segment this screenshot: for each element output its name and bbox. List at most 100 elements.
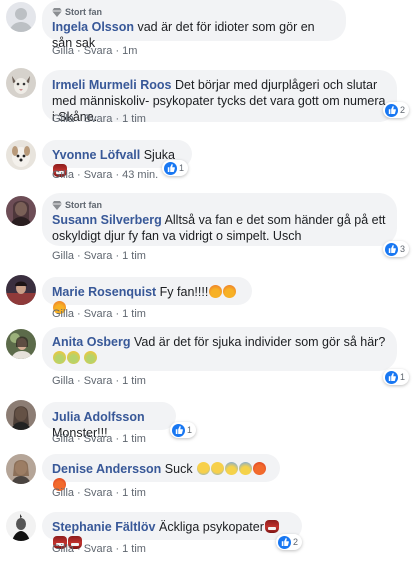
avatar[interactable] — [6, 140, 36, 170]
separator: · — [77, 543, 81, 555]
reaction-summary[interactable]: 1 — [170, 422, 197, 438]
separator: · — [115, 250, 120, 262]
separator: · — [115, 487, 120, 499]
reaction-summary[interactable]: 2 — [276, 534, 303, 550]
separator: · — [77, 487, 81, 499]
comment-actions: Gilla · Svara · 1m — [52, 45, 137, 57]
comment-time[interactable]: 1 tim — [122, 308, 146, 320]
comment-text: Äckliga psykopater — [158, 520, 264, 534]
avatar[interactable] — [6, 329, 36, 359]
diamond-icon — [52, 201, 62, 210]
avatar[interactable] — [6, 196, 36, 226]
reply-link[interactable]: Svara — [84, 375, 113, 387]
like-icon — [164, 161, 177, 175]
comment-author[interactable]: Yvonne Löfvall — [52, 148, 140, 162]
separator: · — [115, 375, 120, 387]
like-link[interactable]: Gilla — [52, 113, 74, 125]
like-link[interactable]: Gilla — [52, 433, 74, 445]
screaming-emoji-icon — [225, 462, 239, 475]
comment-actions: Gilla · Svara · 1 tim — [52, 375, 146, 387]
comment-text: Suck — [164, 462, 193, 476]
crying-emoji-icon — [197, 462, 211, 475]
reaction-count: 1 — [187, 425, 193, 435]
reaction-summary[interactable]: 1 — [162, 160, 189, 176]
reaction-count: 1 — [400, 372, 406, 382]
like-link[interactable]: Gilla — [52, 45, 74, 57]
comment-author[interactable]: Julia Adolfsson — [52, 410, 145, 424]
comment-actions: Gilla · Svara · 1 tim — [52, 250, 146, 262]
reply-link[interactable]: Svara — [84, 487, 113, 499]
comment-actions: Gilla · Svara · 1 tim — [52, 113, 146, 125]
reply-link[interactable]: Svara — [84, 250, 113, 262]
comment-actions: Gilla · Svara · 1 tim — [52, 433, 146, 445]
reply-link[interactable]: Svara — [84, 169, 113, 181]
comment-bubble: Stort fan Susann Silverberg Alltså va fa… — [42, 193, 397, 246]
like-icon — [278, 535, 291, 549]
comment-actions: Gilla · Svara · 1 tim — [52, 543, 146, 555]
screaming-emoji-icon — [239, 462, 253, 475]
comment-text: Vad är det för sjuka individer som gör s… — [133, 335, 386, 349]
separator: · — [77, 45, 81, 57]
reply-link[interactable]: Svara — [84, 543, 113, 555]
avatar[interactable] — [6, 400, 36, 430]
separator: · — [77, 250, 81, 262]
nauseated-emoji-icon — [53, 351, 66, 364]
comment-bubble: Julia Adolfsson Monster!!! — [42, 402, 176, 440]
like-link[interactable]: Gilla — [52, 250, 74, 262]
avatar[interactable] — [6, 511, 36, 541]
comment-actions: Gilla · Svara · 1 tim — [52, 487, 146, 499]
reaction-summary[interactable]: 2 — [383, 102, 410, 118]
avatar[interactable] — [6, 454, 36, 484]
comment-author[interactable]: Stephanie Fältlöv — [52, 520, 156, 534]
comment-bubble: Anita Osberg Vad är det för sjuka indivi… — [42, 327, 397, 371]
like-link[interactable]: Gilla — [52, 543, 74, 555]
angry-emoji-icon — [223, 285, 237, 298]
comment-author[interactable]: Marie Rosenquist — [52, 285, 156, 299]
comment-author[interactable]: Anita Osberg — [52, 335, 131, 349]
reply-link[interactable]: Svara — [84, 308, 113, 320]
like-link[interactable]: Gilla — [52, 487, 74, 499]
diamond-icon — [52, 8, 62, 17]
like-icon — [385, 242, 398, 256]
comment-time[interactable]: 1 tim — [122, 543, 146, 555]
reaction-summary[interactable]: 1 — [383, 369, 410, 385]
comment-time[interactable]: 1 tim — [122, 113, 146, 125]
comment-actions: Gilla · Svara · 1 tim — [52, 308, 146, 320]
avatar[interactable] — [6, 68, 36, 98]
reply-link[interactable]: Svara — [84, 45, 113, 57]
comment-author[interactable]: Ingela Olsson — [52, 20, 134, 34]
comment-author[interactable]: Denise Andersson — [52, 462, 161, 476]
reply-link[interactable]: Svara — [84, 433, 113, 445]
avatar[interactable] — [6, 2, 36, 32]
separator: · — [115, 45, 120, 57]
separator: · — [77, 308, 81, 320]
separator: · — [115, 308, 120, 320]
ogre-emoji-icon — [264, 520, 279, 533]
comment-author[interactable]: Irmeli Murmeli Roos — [52, 78, 171, 92]
comment-author[interactable]: Susann Silverberg — [52, 213, 162, 227]
separator: · — [77, 113, 81, 125]
separator: · — [115, 169, 120, 181]
comment-time[interactable]: 1 tim — [122, 250, 146, 262]
comment-actions: Gilla · Svara · 43 min. — [52, 169, 158, 181]
avatar[interactable] — [6, 275, 36, 305]
top-fan-badge: Stort fan — [52, 7, 336, 18]
like-link[interactable]: Gilla — [52, 308, 74, 320]
reaction-count: 2 — [293, 537, 299, 547]
separator: · — [77, 433, 81, 445]
comment-time[interactable]: 1 tim — [122, 487, 146, 499]
like-link[interactable]: Gilla — [52, 169, 74, 181]
comment-time[interactable]: 1 tim — [122, 433, 146, 445]
comment-time[interactable]: 1 tim — [122, 375, 146, 387]
top-fan-badge: Stort fan — [52, 200, 387, 211]
comment-time[interactable]: 1m — [122, 45, 137, 57]
comment-text: Fy fan!!!! — [159, 285, 209, 299]
comment-time[interactable]: 43 min. — [122, 169, 158, 181]
badge-label: Stort fan — [65, 7, 102, 17]
angry-emoji-icon — [209, 285, 223, 298]
like-link[interactable]: Gilla — [52, 375, 74, 387]
separator: · — [115, 543, 120, 555]
like-icon — [385, 370, 398, 384]
reaction-summary[interactable]: 3 — [383, 241, 410, 257]
reply-link[interactable]: Svara — [84, 113, 113, 125]
